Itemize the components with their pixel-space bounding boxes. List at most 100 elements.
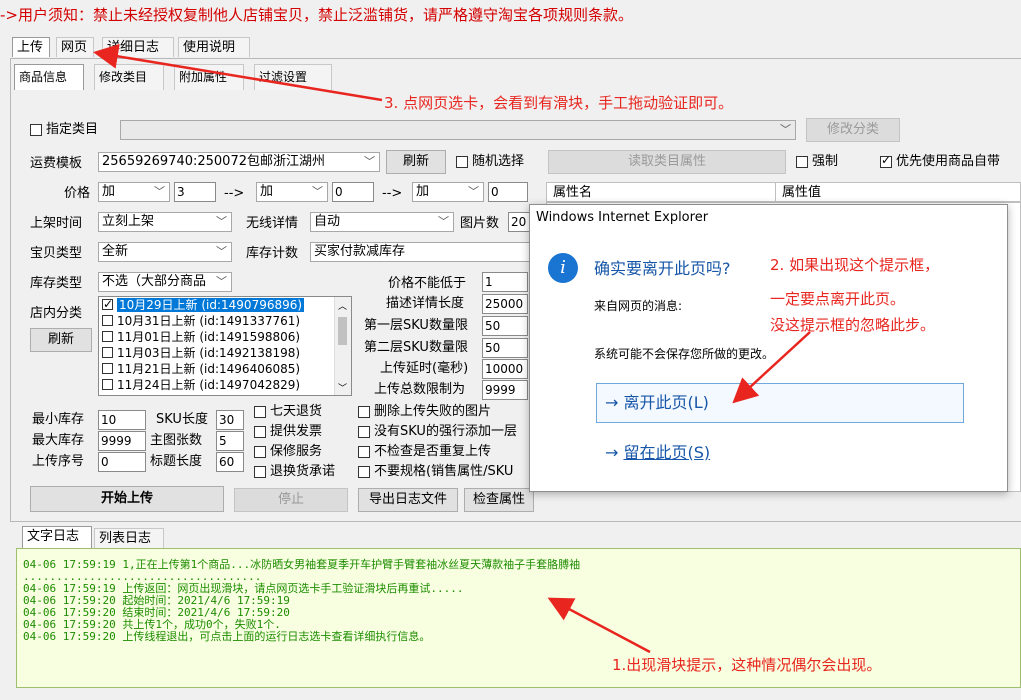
sku2-input[interactable]: 50 [482,338,528,358]
price-op2-select[interactable]: 加 ﹀ [256,182,328,202]
tab-detail-log[interactable]: 详细日志 [102,37,174,57]
category-select[interactable]: ﹀ [120,120,796,140]
seven-day-return-checkbox[interactable] [254,406,266,418]
wireless-label: 无线详情 [246,216,299,231]
store-category-checkbox[interactable] [102,297,113,312]
sku1-input[interactable]: 50 [482,316,528,336]
store-category-list[interactable]: 10月29日上新 (id:1490796896) 10月31日上新 (id:149… [98,296,352,396]
attr-name-header[interactable]: 属性名 [546,182,776,202]
sku-len-label: SKU长度 [156,412,208,427]
price-val2-input[interactable]: 0 [332,182,374,202]
chevron-down-icon: ﹀ [364,155,375,168]
store-category-item[interactable]: 11月01日上新 (id:1491598806) [99,329,351,345]
leave-page-dialog: Windows Internet Explorer i 确实要离开此页吗? 来自… [529,204,1008,492]
min-price-input[interactable]: 1 [482,272,528,292]
store-category-item[interactable]: 11月03日上新 (id:1492138198) [99,345,351,361]
tab-upload[interactable]: 上传 [12,37,50,57]
stock-type-select[interactable]: 不选（大部分商品 ﹀ [98,272,232,292]
tab-manual[interactable]: 使用说明 [178,37,250,57]
export-log-button[interactable]: 导出日志文件 [358,488,458,512]
chevron-down-icon: ﹀ [216,215,227,228]
leave-page-button[interactable]: → 离开此页(L) [596,383,964,423]
store-category-checkbox[interactable] [102,347,113,358]
store-category-checkbox[interactable] [102,331,113,342]
specify-category-checkbox[interactable] [30,124,42,136]
specify-category-label: 指定类目 [46,122,99,137]
min-stock-input[interactable]: 10 [98,410,146,430]
list-scrollbar[interactable]: ︿ ﹀ [334,297,351,395]
stock-count-select[interactable]: 买家付款减库存 [310,242,532,262]
price-val3-input[interactable]: 0 [488,182,528,202]
no-dup-check-checkbox[interactable] [358,446,370,458]
shipping-template-label: 运费模板 [30,156,83,171]
list-time-label: 上架时间 [30,216,83,231]
force-checkbox[interactable] [796,156,808,168]
return-promise-checkbox[interactable] [254,466,266,478]
stay-page-button[interactable]: → 留在此页(S) [596,433,964,473]
desc-len-label: 描述详情长度 [386,296,465,311]
invoice-checkbox[interactable] [254,426,266,438]
store-category-item[interactable]: 10月29日上新 (id:1490796896) [99,297,351,313]
wireless-select[interactable]: 自动 ﹀ [310,212,454,232]
scroll-up-icon[interactable]: ︿ [338,299,347,312]
upload-seq-input[interactable]: 0 [98,452,146,472]
store-category-label: 11月03日上新 (id:1492138198) [117,346,301,360]
delete-failed-img-checkbox[interactable] [358,406,370,418]
sku1-label: 第一层SKU数量限 [364,318,468,333]
tab-extra-attrs[interactable]: 附加属性 [174,64,244,90]
tab-webpage[interactable]: 网页 [56,37,94,57]
tab-modify-category[interactable]: 修改类目 [94,64,164,90]
tab-text-log[interactable]: 文字日志 [22,526,92,548]
start-upload-button[interactable]: 开始上传 [30,486,224,512]
tab-filter-settings[interactable]: 过滤设置 [254,64,332,90]
prefer-checkbox[interactable] [880,153,892,168]
store-category-label: 10月31日上新 (id:1491337761) [117,314,301,328]
title-len-input[interactable]: 60 [216,452,244,472]
log-line: 04-06 17:59:20 上传线程退出，可点击上面的运行日志选卡查看详细执行… [23,630,431,643]
price-op1-select[interactable]: 加 ﹀ [98,182,170,202]
max-stock-label: 最大库存 [32,433,85,448]
main-img-input[interactable]: 5 [216,431,244,451]
store-category-checkbox[interactable] [102,379,113,390]
dialog-from-page: 来自网页的消息: [594,299,683,313]
list-time-value: 立刻上架 [102,214,155,229]
delay-input[interactable]: 10000 [482,359,528,379]
price-val1-input[interactable]: 3 [174,182,216,202]
total-label: 上传总数限制为 [374,382,466,397]
no-spec-checkbox[interactable] [358,466,370,478]
refresh-button[interactable]: 刷新 [386,150,446,174]
dialog-question: 确实要离开此页吗? [594,259,731,278]
main-tabs: 上传 网页 详细日志 使用说明 [12,37,262,59]
store-category-checkbox[interactable] [102,315,113,326]
price-op3-select[interactable]: 加 ﹀ [412,182,484,202]
attr-value-header[interactable]: 属性值 [775,182,1021,202]
store-category-item[interactable]: 10月31日上新 (id:1491337761) [99,313,351,329]
store-category-item[interactable]: 11月24日上新 (id:1497042829) [99,377,351,393]
chevron-down-icon: ﹀ [216,245,227,258]
check-attrs-button[interactable]: 检查属性 [464,488,534,512]
main-img-label: 主图张数 [150,433,203,448]
item-type-select[interactable]: 全新 ﹀ [98,242,232,262]
store-refresh-button[interactable]: 刷新 [30,328,92,352]
warranty-checkbox[interactable] [254,446,266,458]
tab-product-info[interactable]: 商品信息 [14,64,84,90]
user-notice: ->用户须知：禁止未经授权复制他人店铺宝贝，禁止泛滥铺货，请严格遵守淘宝各项规则… [0,6,633,24]
price-label: 价格 [64,186,91,201]
modify-category-button[interactable]: 修改分类 [806,118,900,142]
scroll-thumb[interactable] [338,317,347,345]
sku-len-input[interactable]: 30 [216,410,244,430]
store-category-item[interactable]: 11月21日上新 (id:1496406085) [99,361,351,377]
random-select-checkbox[interactable] [456,156,468,168]
force-label: 强制 [812,154,839,169]
total-input[interactable]: 9999 [482,380,528,400]
scroll-down-icon[interactable]: ﹀ [338,381,347,394]
no-sku-checkbox[interactable] [358,426,370,438]
read-attrs-button[interactable]: 读取类目属性 [548,150,786,174]
shipping-template-select[interactable]: 25659269740:250072包邮浙江湖州 ﹀ [98,152,380,172]
max-stock-input[interactable]: 9999 [98,431,146,451]
list-time-select[interactable]: 立刻上架 ﹀ [98,212,232,232]
store-category-checkbox[interactable] [102,363,113,374]
tab-list-log[interactable]: 列表日志 [94,528,164,548]
stop-button[interactable]: 停止 [234,488,348,512]
desc-len-input[interactable]: 25000 [482,294,528,314]
